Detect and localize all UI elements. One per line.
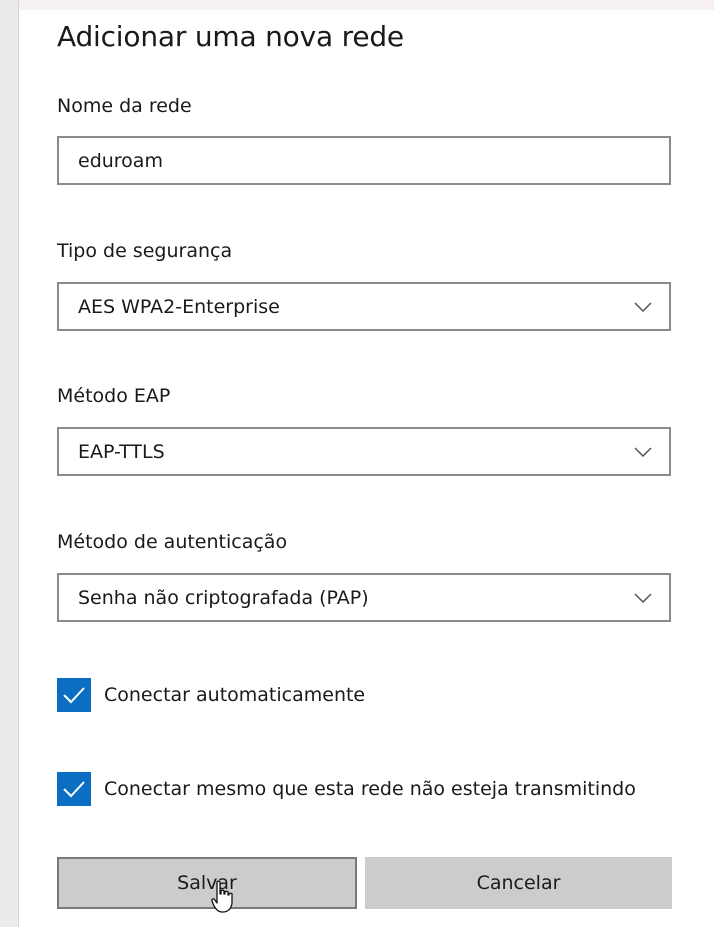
security-type-label: Tipo de segurança (57, 240, 233, 262)
connect-hidden-label: Conectar mesmo que esta rede não esteja … (104, 778, 636, 800)
auto-connect-checkbox[interactable]: Conectar automaticamente (57, 678, 365, 712)
connect-hidden-checkbox[interactable]: Conectar mesmo que esta rede não esteja … (57, 772, 636, 806)
security-type-select[interactable]: AES WPA2-Enterprise (57, 282, 671, 331)
checkmark-icon (63, 687, 85, 704)
auth-method-label: Método de autenticação (57, 531, 288, 553)
left-border-strip (0, 0, 19, 927)
eap-method-select[interactable]: EAP-TTLS (57, 427, 671, 476)
checkbox-checked[interactable] (57, 772, 91, 806)
network-name-label: Nome da rede (57, 95, 192, 117)
eap-method-value: EAP-TTLS (78, 440, 165, 463)
auth-method-select[interactable]: Senha não criptografada (PAP) (57, 573, 671, 622)
checkmark-icon (63, 781, 85, 798)
top-edge (0, 0, 714, 10)
cancel-button[interactable]: Cancelar (365, 857, 672, 909)
checkbox-checked[interactable] (57, 678, 91, 712)
dialog-title: Adicionar uma nova rede (57, 20, 404, 53)
security-type-value: AES WPA2-Enterprise (78, 295, 280, 318)
save-button[interactable]: Salvar (57, 857, 357, 909)
chevron-down-icon (634, 446, 652, 457)
auth-method-value: Senha não criptografada (PAP) (78, 586, 369, 609)
auto-connect-label: Conectar automaticamente (104, 684, 366, 706)
chevron-down-icon (634, 301, 652, 312)
network-name-input[interactable]: eduroam (57, 136, 671, 185)
network-name-value: eduroam (78, 149, 163, 172)
chevron-down-icon (634, 592, 652, 603)
eap-method-label: Método EAP (57, 385, 171, 407)
mouse-cursor-icon (211, 880, 233, 913)
